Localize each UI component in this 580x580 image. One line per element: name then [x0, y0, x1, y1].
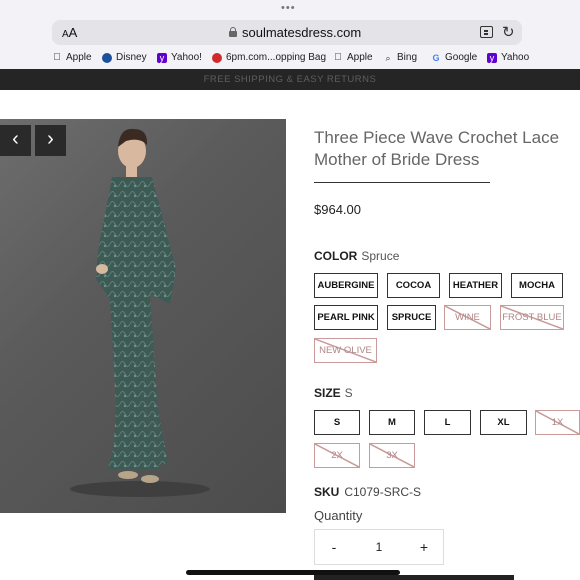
size-option-xl[interactable]: XL — [480, 410, 527, 435]
browser-chrome: ••• AA soulmatesdress.com ↻ Apple Disne… — [0, 0, 580, 69]
color-option-label: MOCHA — [519, 280, 555, 291]
text-size-button[interactable]: AA — [62, 25, 77, 40]
color-option-cocoa[interactable]: COCOA — [387, 273, 440, 298]
bookmark-disney[interactable]: Disney — [102, 52, 147, 63]
color-option-label: FROST BLUE — [502, 312, 562, 323]
size-option-l[interactable]: L — [424, 410, 471, 435]
size-option-s[interactable]: S — [314, 410, 360, 435]
color-option-new-olive: NEW OLIVE — [314, 338, 377, 363]
next-image-button[interactable]: › — [35, 125, 66, 156]
product-title-line2: Mother of Bride Dress — [314, 150, 480, 169]
sku-value: C1079-SRC-S — [344, 485, 422, 499]
size-option-label: 2X — [331, 450, 343, 461]
address-bar[interactable]: AA soulmatesdress.com ↻ — [52, 20, 522, 45]
promo-banner-text: FREE SHIPPING & EASY RETURNS — [203, 74, 377, 85]
product-title: Three Piece Wave Crochet Lace Mother of … — [314, 127, 559, 171]
color-option-label: PEARL PINK — [317, 312, 375, 323]
title-divider — [314, 182, 490, 183]
google-icon: G — [432, 52, 440, 63]
color-option-label: COCOA — [395, 280, 432, 291]
color-option-label: HEATHER — [452, 280, 499, 291]
reload-icon[interactable]: ↻ — [502, 23, 515, 41]
color-option-spruce[interactable]: SPRUCE — [387, 305, 436, 330]
promo-banner: FREE SHIPPING & EASY RETURNS — [0, 69, 580, 90]
quantity-increase-button[interactable]: + — [405, 530, 443, 564]
quantity-stepper: - 1 + — [314, 529, 444, 565]
quantity-input[interactable]: 1 — [353, 530, 405, 564]
yahoo-icon: y — [157, 52, 167, 63]
size-option-label: 1X — [551, 417, 564, 428]
size-option-label: XL — [497, 417, 510, 428]
disney-icon — [102, 52, 112, 63]
size-option-label: 3X — [386, 450, 398, 461]
search-icon: ⌕ — [385, 52, 391, 63]
chevron-left-icon: ‹ — [12, 128, 19, 150]
color-option-label: SPRUCE — [391, 312, 432, 323]
color-option-heather[interactable]: HEATHER — [449, 273, 502, 298]
apple-icon:  — [52, 52, 62, 63]
bookmark-apple[interactable]: Apple — [52, 52, 91, 63]
color-option-frost-blue: FROST BLUE — [500, 305, 564, 330]
quantity-label: Quantity — [314, 508, 363, 523]
size-option-label: L — [444, 417, 451, 428]
color-option-wine: WINE — [444, 305, 491, 330]
sku: SKU C1079-SRC-S — [314, 485, 422, 499]
size-label: SIZE S — [314, 386, 353, 400]
bookmark-yahoo[interactable]: y Yahoo! — [157, 52, 202, 63]
size-option-2x: 2X — [314, 443, 360, 468]
bookmarks-bar: Apple Disney yYahoo! 6pm.com...opping B… — [0, 50, 580, 68]
lock-icon — [229, 27, 237, 37]
quantity-decrease-button[interactable]: - — [315, 530, 353, 564]
dress-model-illustration — [70, 128, 210, 497]
size-option-label: S — [333, 417, 341, 428]
bookmark-google[interactable]: G Google — [431, 52, 477, 63]
6pm-icon — [212, 52, 222, 63]
color-option-label: NEW OLIVE — [319, 345, 372, 356]
reader-icon[interactable] — [480, 26, 493, 38]
bookmark-6pm[interactable]: 6pm.com...opping Bag — [212, 52, 326, 63]
yahoo-icon: y — [487, 52, 497, 63]
color-option-label: WINE — [455, 312, 480, 323]
home-indicator — [186, 570, 400, 575]
url-text[interactable]: soulmatesdress.com — [242, 25, 361, 40]
more-dots-icon[interactable]: ••• — [281, 3, 296, 14]
product-price: $964.00 — [314, 202, 361, 217]
apple-icon:  — [333, 52, 343, 63]
bookmark-apple-2[interactable]: Apple — [333, 52, 372, 63]
selected-size: S — [344, 386, 353, 400]
color-option-pearl-pink[interactable]: PEARL PINK — [314, 305, 378, 330]
color-option-aubergine[interactable]: AUBERGINE — [314, 273, 378, 298]
prev-image-button[interactable]: ‹ — [0, 125, 31, 156]
bookmark-bing[interactable]: ⌕ Bing — [383, 52, 417, 63]
size-option-3x: 3X — [369, 443, 415, 468]
size-option-label: M — [388, 417, 396, 428]
bookmark-yahoo-2[interactable]: y Yahoo — [487, 52, 529, 63]
product-image[interactable]: ‹ › — [0, 119, 286, 513]
selected-color: Spruce — [361, 249, 400, 263]
color-label: COLOR Spruce — [314, 249, 400, 263]
size-option-m[interactable]: M — [369, 410, 415, 435]
color-option-label: AUBERGINE — [317, 280, 375, 291]
chevron-right-icon: › — [47, 128, 54, 150]
product-title-line1: Three Piece Wave Crochet Lace — [314, 128, 560, 147]
size-option-1x: 1X — [535, 410, 580, 435]
add-to-cart-button-edge[interactable] — [314, 575, 514, 580]
color-option-mocha[interactable]: MOCHA — [511, 273, 563, 298]
